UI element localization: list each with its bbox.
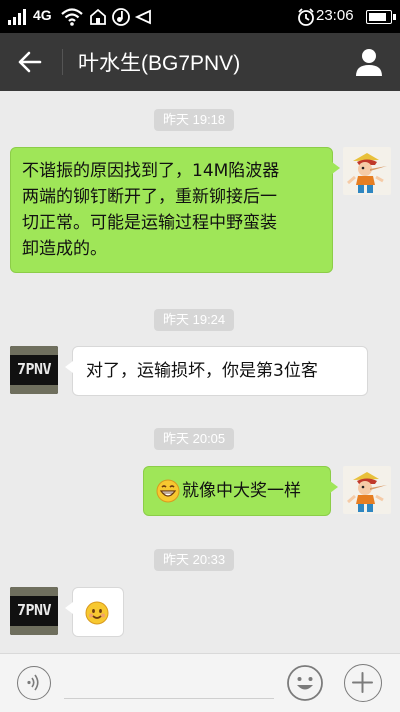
input-bar bbox=[0, 653, 400, 712]
voice-button[interactable] bbox=[17, 666, 51, 700]
avatar-band bbox=[10, 346, 58, 355]
message-bubble-incoming[interactable] bbox=[65, 587, 124, 637]
title-divider bbox=[62, 49, 63, 75]
pinocchio-avatar-image bbox=[343, 466, 391, 514]
avatar-contact[interactable]: 7PNV bbox=[10, 587, 58, 635]
status-bar: 4G 23:06 bbox=[0, 0, 400, 33]
callsign-avatar-image: 7PNV bbox=[10, 346, 58, 394]
timestamp: 昨天 20:33 bbox=[154, 549, 235, 571]
plus-icon bbox=[352, 672, 373, 693]
avatar-callsign: 7PNV bbox=[16, 360, 52, 378]
back-button[interactable] bbox=[10, 45, 50, 79]
avatar-contact[interactable]: 7PNV bbox=[10, 346, 58, 394]
emoji-button[interactable] bbox=[286, 664, 324, 702]
chat-title: 叶水生(BG7PNV) bbox=[78, 52, 241, 75]
profile-button[interactable] bbox=[352, 46, 386, 78]
message-bubble-outgoing[interactable]: 不谐振的原因找到了，14M陷波器 两端的铆钉断开了，重新铆接后一 切正常。可能是… bbox=[10, 147, 340, 273]
message-line: 就像中大奖一样 bbox=[182, 481, 301, 501]
person-icon bbox=[356, 49, 382, 76]
wifi-icon bbox=[61, 8, 83, 26]
message-line: 切正常。可能是运输过程中野蛮装 bbox=[22, 213, 277, 233]
more-button[interactable] bbox=[344, 664, 382, 702]
timestamp: 昨天 19:18 bbox=[154, 109, 235, 131]
avatar-band bbox=[10, 587, 58, 596]
avatar-me[interactable] bbox=[343, 147, 391, 195]
message-bubble-outgoing[interactable]: 就像中大奖一样 bbox=[143, 466, 338, 516]
avatar-me[interactable] bbox=[343, 466, 391, 514]
timestamp: 昨天 19:24 bbox=[154, 309, 235, 331]
signal-icon bbox=[8, 9, 26, 25]
title-bar: 叶水生(BG7PNV) bbox=[0, 33, 400, 91]
message-line: 不谐振的原因找到了，14M陷波器 bbox=[22, 161, 280, 181]
music-icon bbox=[112, 8, 130, 26]
voice-icon bbox=[27, 674, 39, 691]
pinocchio-avatar-image bbox=[343, 147, 391, 195]
home-icon bbox=[90, 8, 106, 25]
smile-emoji bbox=[85, 601, 109, 625]
grin-emoji bbox=[156, 479, 180, 503]
alarm-icon bbox=[298, 8, 314, 26]
message-input[interactable] bbox=[64, 698, 274, 699]
message-line: 对了，运输损坏，你是第3位客 bbox=[86, 361, 318, 381]
clock: 23:06 bbox=[316, 7, 354, 24]
avatar-band bbox=[10, 626, 58, 635]
timestamp: 昨天 20:05 bbox=[154, 428, 235, 450]
back-arrow-icon bbox=[18, 51, 42, 73]
send-icon bbox=[134, 9, 151, 25]
message-line: 卸造成的。 bbox=[22, 239, 107, 259]
avatar-band bbox=[10, 385, 58, 394]
callsign-avatar-image: 7PNV bbox=[10, 587, 58, 635]
emoji-icon bbox=[287, 665, 323, 701]
message-line: 两端的铆钉断开了，重新铆接后一 bbox=[22, 187, 277, 207]
battery-icon bbox=[366, 10, 396, 24]
message-bubble-incoming[interactable]: 对了，运输损坏，你是第3位客 bbox=[65, 346, 368, 396]
network-type: 4G bbox=[33, 7, 52, 23]
avatar-callsign: 7PNV bbox=[16, 601, 52, 619]
battery-level bbox=[369, 13, 387, 21]
